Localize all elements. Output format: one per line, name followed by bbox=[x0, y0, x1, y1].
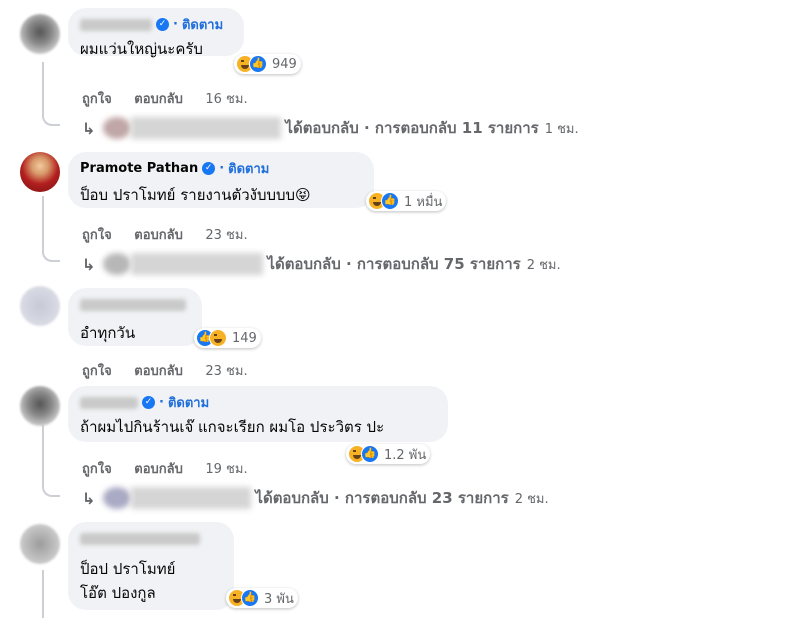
comment-actions: ถูกใจ ตอบกลับ 23 ชม. bbox=[82, 224, 266, 245]
author-name[interactable] bbox=[80, 396, 138, 409]
avatar[interactable] bbox=[20, 152, 60, 192]
like-reaction-icon: 👍 bbox=[249, 55, 267, 73]
comment-text: ป็อบ ปราโมทย์ รายงานตัวงับบบบ😝 bbox=[80, 186, 311, 204]
thread-line bbox=[42, 425, 44, 487]
comment-text: ป็อป ปราโมทย์ โอ๊ต ปองกูล bbox=[80, 560, 176, 602]
reply-author-blur bbox=[131, 253, 264, 275]
replies-time: 2 ชม. bbox=[514, 491, 549, 507]
reply-avatar bbox=[103, 117, 132, 139]
comment-bubble: ✓ · ติดตาม ถ้าผมไปกินร้านเจ๊ แกจะเรียก ผ… bbox=[68, 386, 448, 442]
separator-dot: · bbox=[219, 161, 225, 176]
comment-actions: ถูกใจ ตอบกลับ 23 ชม. bbox=[82, 360, 266, 381]
like-reaction-icon: 👍 bbox=[241, 589, 259, 607]
author-name[interactable]: Pramote Pathan bbox=[80, 161, 198, 176]
thread-line bbox=[42, 196, 44, 252]
thread-line bbox=[42, 570, 44, 618]
reaction-summary[interactable]: 👍 1 หมื่น bbox=[366, 191, 447, 211]
comment-bubble: Pramote Pathan ✓ · ติดตาม ป็อบ ปราโมทย์ … bbox=[68, 152, 374, 208]
timestamp[interactable]: 23 ชม. bbox=[205, 364, 247, 379]
comment-bubble: อำทุกวัน bbox=[68, 288, 202, 346]
timestamp[interactable]: 16 ชม. bbox=[205, 92, 247, 107]
follow-button[interactable]: ติดตาม bbox=[168, 392, 209, 413]
view-replies[interactable]: ↳ ได้ตอบกลับ · การตอบกลับ 75 รายการ 2 ชม… bbox=[82, 252, 561, 276]
reaction-count: 3 พัน bbox=[264, 591, 294, 607]
author-name[interactable] bbox=[80, 298, 186, 311]
reply-arrow-icon: ↳ bbox=[82, 488, 96, 508]
comment-bubble: ป็อป ปราโมทย์ โอ๊ต ปองกูล bbox=[68, 522, 234, 610]
reaction-summary[interactable]: 👍 949 bbox=[234, 54, 301, 74]
comment-text: อำทุกวัน bbox=[80, 324, 136, 342]
haha-reaction-icon bbox=[209, 329, 227, 347]
replies-summary[interactable]: ได้ตอบกลับ · การตอบกลับ 23 รายการ bbox=[255, 486, 508, 510]
reply-arrow-icon: ↳ bbox=[82, 254, 96, 274]
reply-author-blur bbox=[131, 117, 282, 139]
thread-line bbox=[42, 62, 44, 116]
reply-button[interactable]: ตอบกลับ bbox=[134, 462, 183, 477]
thread-curve bbox=[42, 250, 60, 262]
like-reaction-icon: 👍 bbox=[381, 192, 399, 210]
reply-button[interactable]: ตอบกลับ bbox=[134, 364, 183, 379]
replies-summary[interactable]: ได้ตอบกลับ · การตอบกลับ 11 รายการ bbox=[285, 116, 538, 140]
reply-avatar bbox=[103, 487, 132, 509]
timestamp[interactable]: 23 ชม. bbox=[205, 228, 247, 243]
reply-button[interactable]: ตอบกลับ bbox=[134, 92, 183, 107]
verified-badge-icon: ✓ bbox=[156, 18, 169, 31]
reaction-summary[interactable]: 👍 149 bbox=[194, 328, 261, 348]
like-button[interactable]: ถูกใจ bbox=[82, 92, 112, 107]
separator-dot: · bbox=[159, 395, 164, 410]
reaction-summary[interactable]: 👍 1.2 พัน bbox=[346, 444, 431, 464]
timestamp[interactable]: 19 ชม. bbox=[205, 462, 247, 477]
reaction-count: 1 หมื่น bbox=[404, 194, 443, 210]
reaction-count: 1.2 พัน bbox=[384, 447, 427, 463]
view-replies[interactable]: ↳ ได้ตอบกลับ · การตอบกลับ 23 รายการ 2 ชม… bbox=[82, 486, 549, 510]
comment-bubble: ✓ · ติดตาม ผมแว่นใหญ่นะครับ bbox=[68, 8, 244, 58]
reply-arrow-icon: ↳ bbox=[82, 118, 96, 138]
comment-text: ถ้าผมไปกินร้านเจ๊ แกจะเรียก ผมโอ ประวิตร… bbox=[80, 418, 385, 436]
author-name[interactable] bbox=[80, 18, 152, 31]
replies-time: 1 ชม. bbox=[544, 121, 579, 137]
verified-badge-icon: ✓ bbox=[142, 396, 155, 409]
reaction-summary[interactable]: 👍 3 พัน bbox=[226, 588, 298, 608]
like-button[interactable]: ถูกใจ bbox=[82, 228, 112, 243]
view-replies[interactable]: ↳ ได้ตอบกลับ · การตอบกลับ 11 รายการ 1 ชม… bbox=[82, 116, 579, 140]
author-name[interactable] bbox=[80, 532, 200, 545]
reply-author-blur bbox=[131, 487, 252, 509]
avatar[interactable] bbox=[20, 286, 60, 326]
comment-text: ผมแว่นใหญ่นะครับ bbox=[80, 40, 203, 58]
verified-badge-icon: ✓ bbox=[202, 162, 216, 175]
avatar[interactable] bbox=[20, 14, 60, 54]
follow-button[interactable]: ติดตาม bbox=[228, 158, 269, 179]
thread-curve bbox=[42, 114, 60, 126]
reply-button[interactable]: ตอบกลับ bbox=[134, 228, 183, 243]
reaction-count: 149 bbox=[232, 330, 257, 346]
reply-avatar bbox=[103, 253, 132, 275]
replies-summary[interactable]: ได้ตอบกลับ · การตอบกลับ 75 รายการ bbox=[267, 252, 520, 276]
like-button[interactable]: ถูกใจ bbox=[82, 364, 112, 379]
avatar[interactable] bbox=[20, 524, 60, 564]
follow-button[interactable]: ติดตาม bbox=[182, 14, 223, 35]
like-button[interactable]: ถูกใจ bbox=[82, 462, 112, 477]
like-reaction-icon: 👍 bbox=[361, 445, 379, 463]
avatar[interactable] bbox=[20, 386, 60, 426]
comment-actions: ถูกใจ ตอบกลับ 19 ชม. bbox=[82, 458, 266, 479]
comment-actions: ถูกใจ ตอบกลับ 16 ชม. bbox=[82, 88, 266, 109]
replies-time: 2 ชม. bbox=[526, 257, 561, 273]
reaction-count: 949 bbox=[272, 56, 297, 72]
separator-dot: · bbox=[173, 17, 178, 32]
thread-curve bbox=[42, 485, 60, 497]
